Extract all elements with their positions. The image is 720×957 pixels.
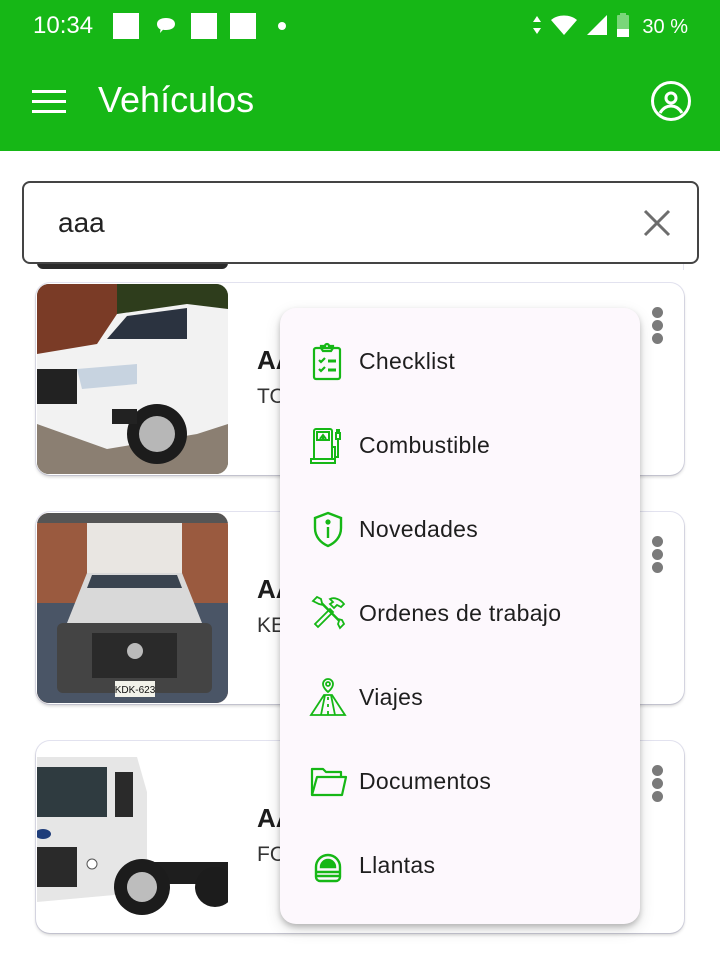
search-input[interactable] (58, 201, 618, 245)
clipboard-check-icon (308, 341, 348, 381)
menu-item-novedades[interactable]: Novedades (280, 489, 640, 573)
menu-item-ordenes-de-trabajo[interactable]: Ordenes de trabajo (280, 573, 640, 657)
hamburger-menu-icon[interactable] (32, 90, 66, 114)
menu-item-label: Ordenes de trabajo (359, 600, 562, 626)
notification-square-icon (113, 13, 139, 39)
account-circle-icon[interactable] (650, 80, 692, 122)
close-icon[interactable] (643, 209, 671, 237)
license-plate-text: KDK-623 (115, 685, 156, 696)
more-vert-icon[interactable] (646, 307, 668, 347)
folder-open-icon (308, 761, 348, 801)
chat-bubble-icon (154, 15, 178, 42)
menu-item-viajes[interactable]: Viajes (280, 657, 640, 741)
status-bar: 10:34 30 % (0, 0, 720, 54)
notification-square-icon (191, 13, 217, 39)
search-field (22, 181, 699, 264)
page-title: Vehículos (98, 79, 255, 120)
menu-item-label: Llantas (359, 852, 436, 878)
more-vert-icon[interactable] (646, 536, 668, 576)
signal-icon (586, 14, 608, 41)
menu-item-label: Documentos (359, 768, 492, 794)
menu-item-checklist[interactable]: Checklist (280, 321, 640, 405)
vehicle-photo (37, 284, 228, 474)
fuel-pump-icon (308, 425, 348, 465)
more-vert-icon[interactable] (646, 765, 668, 805)
status-time: 10:34 (33, 12, 94, 39)
vehicle-photo: KDK-623 (37, 513, 228, 703)
battery-percent: 30 % (642, 15, 688, 38)
menu-item-label: Checklist (359, 348, 456, 374)
menu-item-llantas[interactable]: Llantas (280, 825, 640, 909)
data-arrows-icon (532, 15, 542, 40)
app-bar: Vehículos (0, 54, 720, 151)
battery-icon (616, 12, 630, 42)
road-pin-icon (308, 677, 348, 717)
shield-info-icon (308, 509, 348, 549)
menu-item-label: Combustible (359, 432, 491, 458)
menu-item-combustible[interactable]: Combustible (280, 405, 640, 489)
tools-icon (308, 593, 348, 633)
menu-item-label: Novedades (359, 516, 479, 542)
dot-icon (278, 22, 286, 30)
vehicle-options-menu: Checklist Combustible Novedades Ordenes … (280, 308, 640, 924)
vehicle-photo (37, 742, 228, 932)
wifi-icon (550, 14, 578, 41)
notification-square-icon (230, 13, 256, 39)
tire-icon (308, 845, 348, 885)
menu-item-label: Viajes (359, 684, 424, 710)
menu-item-documentos[interactable]: Documentos (280, 741, 640, 825)
